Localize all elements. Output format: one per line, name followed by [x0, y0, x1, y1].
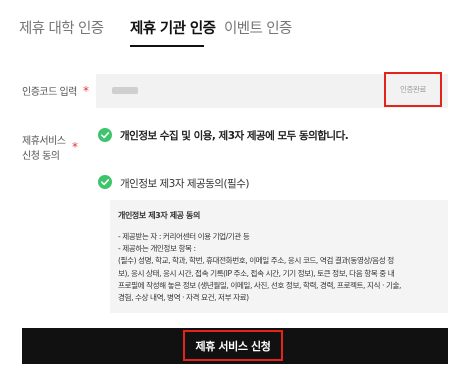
- agree-all-check-icon[interactable]: [98, 128, 112, 142]
- required-mark: *: [83, 84, 89, 98]
- consent-label-line2: 신청 동의: [22, 151, 60, 162]
- terms-line: 보), 응시 상태, 응시 시간, 접속 기록(IP 주소, 접속 시간, 기기…: [118, 268, 395, 278]
- active-tab-indicator: [130, 45, 204, 47]
- apply-service-button[interactable]: 제휴 서비스 신청: [183, 330, 283, 361]
- terms-line: - 제공받는 자 : 커리어센터 이용 기업/기관 등: [118, 232, 250, 241]
- auth-code-label: 인증코드 입력: [22, 87, 77, 98]
- terms-title: 개인정보 제3자 제공 동의: [118, 211, 200, 220]
- agree-third-party-text[interactable]: 개인정보 제3자 제공동의(필수): [120, 176, 249, 191]
- terms-line: (필수) 성명, 학교, 학과, 학번, 휴대전화번호, 이메일 주소, 응시 …: [118, 256, 394, 266]
- auth-confirm-button[interactable]: 인증완료: [384, 72, 442, 107]
- tab-institution-auth[interactable]: 제휴 기관 인증: [130, 17, 216, 38]
- terms-line: 프로필에 작성해 놓은 정보 (생년월일, 이메일, 사진, 선호 정보, 학력…: [118, 280, 401, 290]
- agree-third-party-check-icon[interactable]: [98, 175, 112, 189]
- auth-code-masked-value: [112, 87, 138, 94]
- tab-university-auth[interactable]: 제휴 대학 인증: [19, 17, 104, 38]
- terms-scroll-box[interactable]: 개인정보 제3자 제공 동의 - 제공받는 자 : 커리어센터 이용 기업/기관…: [110, 200, 448, 313]
- terms-line: 경험, 수상 내역, 병역 · 자격 요건, 저부 자료): [118, 293, 249, 303]
- terms-line: - 제공하는 개인정보 항목 :: [118, 244, 196, 254]
- tab-event-auth[interactable]: 이벤트 인증: [224, 17, 292, 38]
- tab-bar: 제휴 대학 인증 제휴 기관 인증 이벤트 인증: [0, 0, 466, 52]
- agree-all-text[interactable]: 개인정보 수집 및 이용, 제3자 제공에 모두 동의합니다.: [120, 128, 349, 143]
- consent-label-line1: 제휴서비스: [22, 136, 66, 147]
- required-mark: *: [72, 140, 78, 154]
